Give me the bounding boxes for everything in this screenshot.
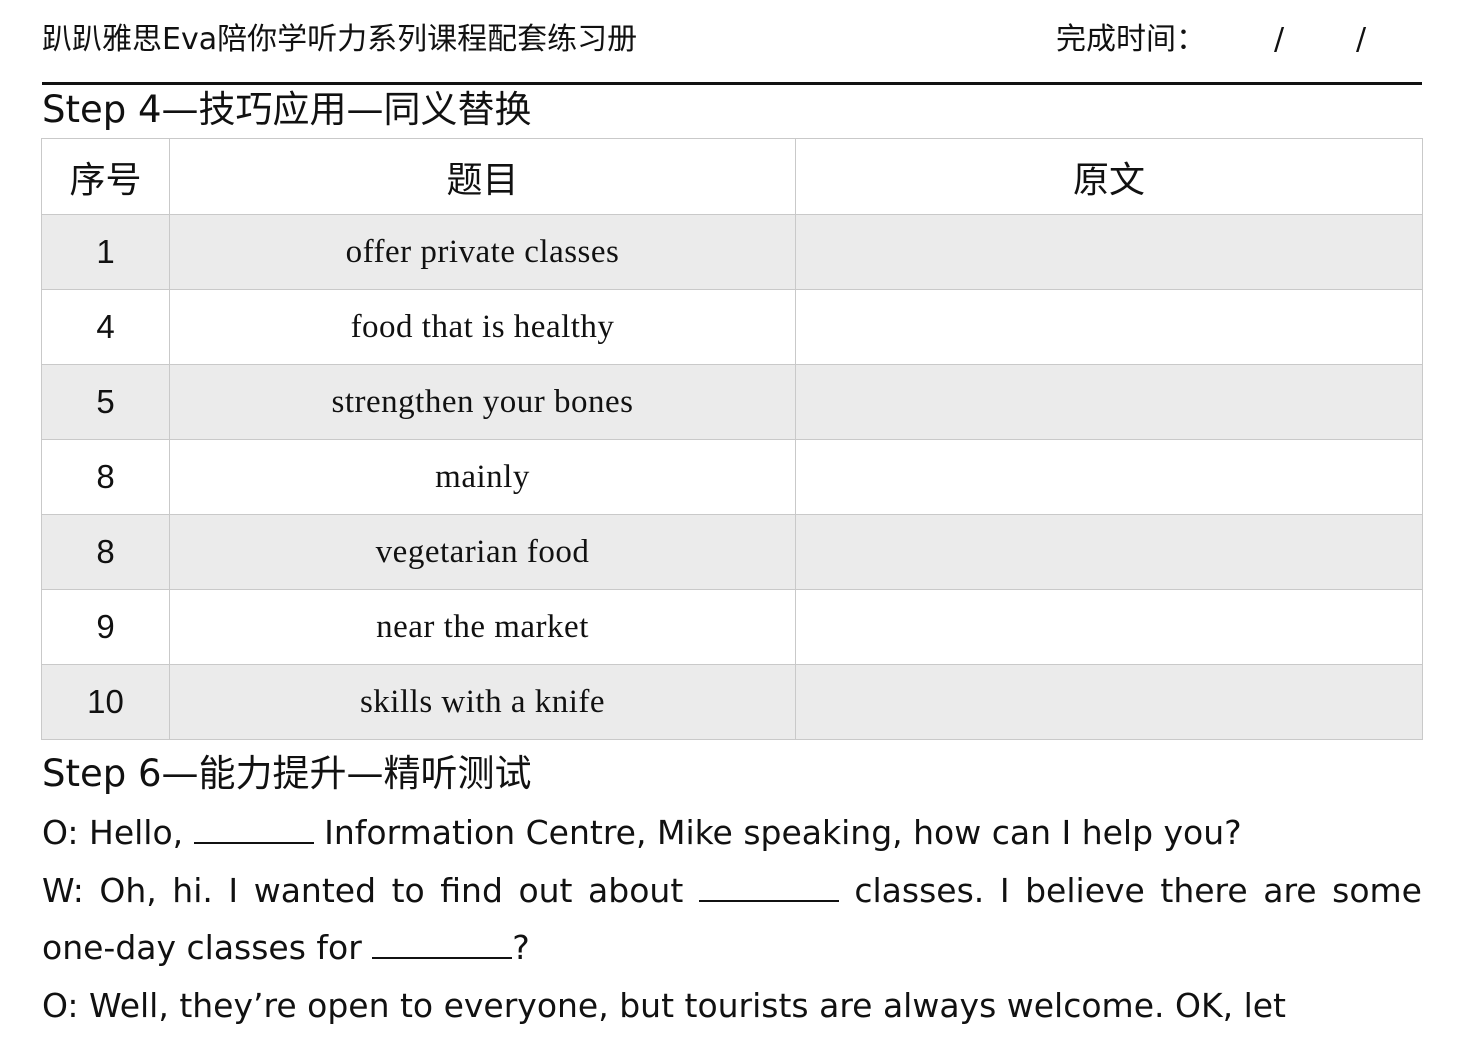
table-row: 4 food that is healthy (41, 289, 1423, 365)
question-cell: offer private classes (169, 214, 796, 290)
workbook-title: 趴趴雅思Eva陪你学听力系列课程配套练习册 (42, 22, 638, 57)
table-row: 5 strengthen your bones (41, 364, 1423, 440)
fill-blank[interactable] (193, 809, 314, 844)
row-number: 9 (41, 589, 170, 665)
dialog-text: W: Oh, hi. I wanted to find out about (42, 870, 699, 910)
fill-blank[interactable] (698, 867, 839, 902)
original-text-cell[interactable] (795, 364, 1423, 440)
question-cell: mainly (169, 439, 796, 515)
original-text-cell[interactable] (795, 664, 1423, 740)
dialog-line: O: Hello, Information Centre, Mike speak… (42, 804, 1422, 862)
column-header-number: 序号 (41, 138, 170, 215)
row-number: 10 (41, 664, 170, 740)
table-row: 1 offer private classes (41, 214, 1423, 290)
step4-heading: Step 4—技巧应用—同义替换 (42, 88, 532, 131)
table-row: 8 vegetarian food (41, 514, 1423, 590)
question-cell: skills with a knife (169, 664, 796, 740)
column-header-question: 题目 (169, 138, 796, 215)
page-header: 趴趴雅思Eva陪你学听力系列课程配套练习册 完成时间： / / (42, 18, 1422, 62)
table-header-row: 序号 题目 原文 (41, 138, 1423, 215)
row-number: 8 (41, 439, 170, 515)
dialog-text: ? (512, 928, 530, 967)
synonym-table: 序号 题目 原文 1 offer private classes 4 food … (41, 138, 1423, 740)
dialog-text: O: Hello, (42, 813, 194, 852)
dialog-line: O: Well, they’re open to everyone, but t… (42, 985, 1286, 1025)
header-divider (42, 82, 1422, 85)
original-text-cell[interactable] (795, 289, 1423, 365)
original-text-cell[interactable] (795, 439, 1423, 515)
step6-heading: Step 6—能力提升—精听测试 (42, 752, 532, 795)
question-cell: near the market (169, 589, 796, 665)
date-slash: / (1356, 22, 1367, 57)
original-text-cell[interactable] (795, 589, 1423, 665)
fill-blank[interactable] (372, 924, 513, 959)
row-number: 1 (41, 214, 170, 290)
dialog-line: W: Oh, hi. I wanted to find out about cl… (42, 862, 1422, 977)
dialog-text: Information Centre, Mike speaking, how c… (313, 813, 1242, 852)
row-number: 4 (41, 289, 170, 365)
table-row: 10 skills with a knife (41, 664, 1423, 740)
question-cell: food that is healthy (169, 289, 796, 365)
completion-time-label: 完成时间： (1056, 22, 1206, 57)
question-cell: vegetarian food (169, 514, 796, 590)
original-text-cell[interactable] (795, 514, 1423, 590)
original-text-cell[interactable] (795, 214, 1423, 290)
row-number: 8 (41, 514, 170, 590)
dictation-dialog: O: Hello, Information Centre, Mike speak… (42, 804, 1422, 1034)
table-row: 9 near the market (41, 589, 1423, 665)
column-header-original: 原文 (795, 138, 1423, 215)
date-slash: / (1274, 22, 1285, 57)
question-cell: strengthen your bones (169, 364, 796, 440)
row-number: 5 (41, 364, 170, 440)
table-row: 8 mainly (41, 439, 1423, 515)
